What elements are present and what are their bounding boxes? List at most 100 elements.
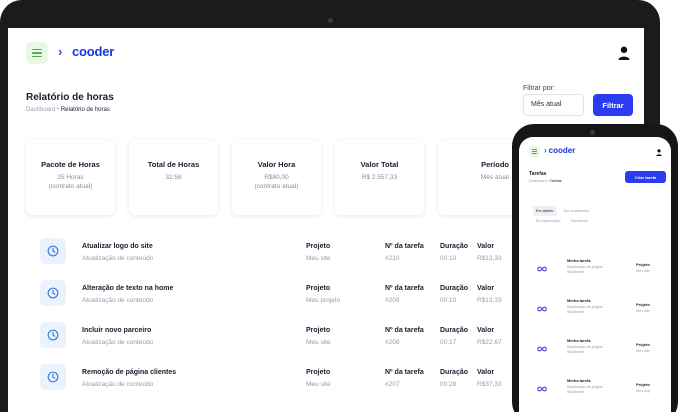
tab-in-progress[interactable]: Em andamento	[561, 206, 593, 216]
task-number: #209	[385, 297, 400, 304]
mobile-breadcrumb-separator: •	[547, 179, 549, 183]
task-project: Meu site	[306, 255, 331, 262]
task-duration: 00:17	[440, 339, 457, 346]
task-duration: 00:10	[440, 255, 457, 262]
task-value: R$13,33	[477, 297, 502, 304]
clock-icon	[47, 329, 59, 341]
infinity-icon	[537, 306, 547, 312]
col-duration-label: Duração	[440, 243, 469, 250]
mobile-col-project-label: Projeto	[636, 262, 650, 267]
task-icon-bg	[40, 238, 66, 264]
mobile-logo[interactable]: › cooder	[544, 146, 575, 155]
mobile-task-subtitle: Atualização de plugins Wordpress	[567, 305, 603, 314]
col-number-label: Nº da tarefa	[385, 369, 424, 376]
task-subtitle: Atualização de conteúdo	[82, 339, 154, 346]
task-title: Incluir novo parceiro	[82, 327, 152, 334]
filter-button[interactable]: Filtrar	[593, 94, 633, 116]
task-number: #208	[385, 339, 400, 346]
task-project: Meu projeto	[306, 297, 341, 304]
mobile-breadcrumb-current: Tarefas	[549, 179, 562, 183]
stat-card-value: 31:58	[165, 174, 182, 181]
task-row[interactable]: Alteração de texto na home Atualização d…	[26, 273, 546, 315]
camera-dot	[328, 18, 333, 23]
mobile-task-row[interactable]: Minha tarefa Atualização de plugins Word…	[529, 332, 671, 372]
mobile-breadcrumb-root[interactable]: Dashboard	[529, 179, 547, 183]
col-project-label: Projeto	[306, 369, 331, 376]
user-icon[interactable]	[618, 46, 630, 60]
mobile-user-icon[interactable]	[656, 149, 662, 156]
mobile-task-row[interactable]: Minha tarefa Atualização de plugins Word…	[529, 292, 671, 332]
hamburger-icon	[32, 48, 42, 51]
task-subtitle: Atualização de conteúdo	[82, 297, 154, 304]
mobile-logo-text: cooder	[548, 146, 576, 155]
mobile-task-project: Meu proj	[636, 389, 650, 393]
mobile-col-project-label: Projeto	[636, 342, 650, 347]
stat-card-note: (contrato atual)	[254, 183, 299, 190]
clock-icon	[47, 245, 59, 257]
task-title: Alteração de texto na home	[82, 285, 174, 292]
stat-card-note: (contrato atual)	[48, 183, 93, 190]
breadcrumb-separator: •	[57, 107, 60, 113]
col-duration-label: Duração	[440, 369, 469, 376]
logo[interactable]: › cooder	[58, 44, 114, 59]
clock-icon	[47, 371, 59, 383]
breadcrumb-root[interactable]: Dashboard	[26, 107, 55, 113]
mobile-task-project: Meu site	[636, 349, 650, 353]
mobile-task-subtitle: Atualização de plugins Wordpress	[567, 385, 603, 394]
task-value: R$22,67	[477, 339, 502, 346]
stat-card-value: 25 Horas	[57, 174, 84, 181]
phone-screen: › cooder Tarefas Dashboard • Tarefas Cri…	[519, 137, 671, 412]
clock-icon	[47, 287, 59, 299]
mobile-task-project: Meu site	[636, 269, 650, 273]
logo-mark-icon: ›	[544, 146, 547, 155]
task-icon-bg	[40, 322, 66, 348]
infinity-icon	[537, 386, 547, 392]
stat-card-hours-package: Pacote de Horas 25 Horas (contrato atual…	[26, 140, 115, 215]
col-value-label: Valor	[477, 327, 495, 334]
mobile-menu-button[interactable]	[529, 146, 540, 157]
tab-in-approval[interactable]: Em aprovação	[533, 216, 563, 226]
stat-cards: Pacote de Horas 25 Horas (contrato atual…	[26, 140, 527, 215]
menu-button[interactable]	[26, 42, 48, 64]
mobile-task-title: Minha tarefa	[567, 298, 591, 303]
mobile-task-row[interactable]: Minha tarefa Atualização de plugins Word…	[529, 252, 671, 292]
task-duration: 00:28	[440, 381, 457, 388]
mobile-task-list: Minha tarefa Atualização de plugins Word…	[529, 252, 671, 412]
breadcrumb-current: Relatório de horas	[60, 107, 110, 113]
infinity-icon	[537, 346, 547, 352]
task-row[interactable]: Remoção de página clientes Atualização d…	[26, 357, 546, 399]
tab-done[interactable]: Concluída	[568, 216, 591, 226]
create-task-button[interactable]: Criar tarefa	[625, 171, 666, 183]
breadcrumb: Dashboard • Relatório de horas	[26, 107, 110, 113]
stat-card-value: R$80,00	[264, 174, 289, 181]
task-number: #207	[385, 381, 400, 388]
task-title: Atualizar logo do site	[82, 243, 153, 250]
mobile-task-title: Minha tarefa	[567, 338, 591, 343]
col-duration-label: Duração	[440, 327, 469, 334]
page-title: Relatório de horas	[26, 92, 114, 103]
task-icon-bg	[40, 280, 66, 306]
stage: › cooder Relatório de horas Dashboard • …	[0, 0, 688, 412]
filter-label: Filtrar por:	[523, 85, 555, 92]
col-value-label: Valor	[477, 285, 495, 292]
task-duration: 00:10	[440, 297, 457, 304]
phone-camera-dot	[590, 130, 595, 135]
mobile-task-title: Minha tarefa	[567, 378, 591, 383]
stat-card-title: Período	[481, 160, 509, 169]
mobile-task-row[interactable]: Minha tarefa Atualização de plugins Word…	[529, 372, 671, 412]
task-project: Meu site	[306, 339, 331, 346]
mobile-task-title: Minha tarefa	[567, 258, 591, 263]
logo-mark-icon: ›	[58, 44, 63, 59]
task-number: #210	[385, 255, 400, 262]
mobile-task-subtitle: Atualização de plugins Wordpress	[567, 265, 603, 274]
mobile-col-project-label: Projeto	[636, 382, 650, 387]
col-project-label: Projeto	[306, 285, 331, 292]
mobile-task-project: Meu site	[636, 309, 650, 313]
task-row[interactable]: Incluir novo parceiro Atualização de con…	[26, 315, 546, 357]
task-row[interactable]: Atualizar logo do site Atualização de co…	[26, 231, 546, 273]
infinity-icon	[537, 266, 547, 272]
mobile-breadcrumb: Dashboard • Tarefas	[529, 179, 562, 183]
task-title: Remoção de página clientes	[82, 369, 177, 376]
tab-open[interactable]: Em aberto	[533, 206, 557, 216]
period-select[interactable]: Mês atual	[523, 94, 584, 116]
